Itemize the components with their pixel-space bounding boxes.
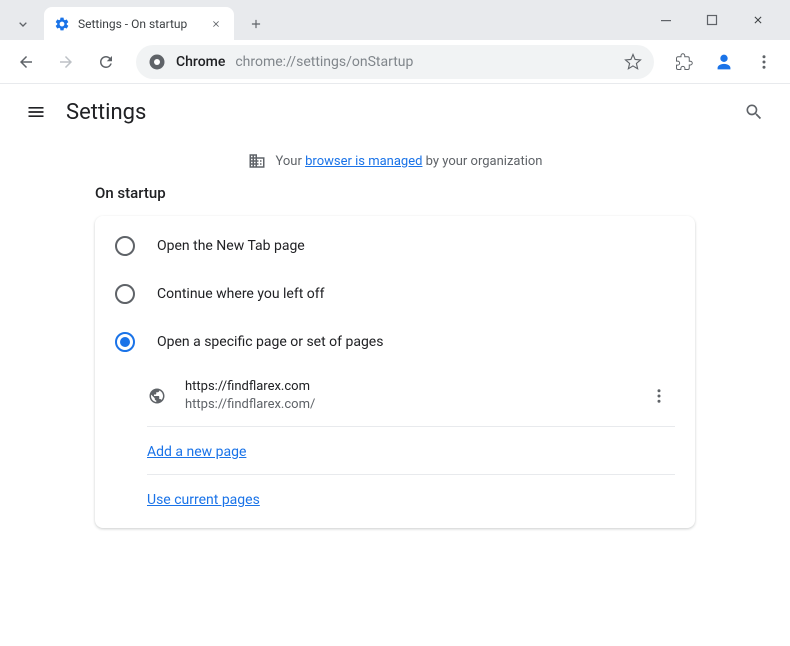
extensions-button[interactable] (668, 46, 700, 78)
back-button[interactable] (10, 46, 42, 78)
managed-text: Your browser is managed by your organiza… (276, 154, 543, 169)
globe-icon (147, 386, 167, 406)
browser-tab[interactable]: Settings - On startup (44, 7, 234, 40)
startup-page-row: https://findflarex.com https://findflare… (147, 366, 675, 427)
add-page-row: Add a new page (147, 427, 675, 475)
radio-specific-pages[interactable]: Open a specific page or set of pages (95, 318, 695, 366)
radio-new-tab[interactable]: Open the New Tab page (95, 222, 695, 270)
minimize-button[interactable] (652, 6, 680, 34)
radio-continue[interactable]: Continue where you left off (95, 270, 695, 318)
add-page-link[interactable]: Add a new page (147, 444, 246, 460)
page-more-button[interactable] (643, 380, 675, 412)
radio-label: Continue where you left off (157, 286, 325, 302)
titlebar: Settings - On startup (0, 0, 790, 40)
address-bar[interactable]: Chrome chrome://settings/onStartup (136, 45, 654, 79)
content: On startup Open the New Tab page Continu… (0, 184, 700, 528)
window-controls (652, 6, 782, 34)
pages-subsection: https://findflarex.com https://findflare… (95, 366, 695, 522)
reload-button[interactable] (90, 46, 122, 78)
chrome-icon (148, 53, 166, 71)
page-urls: https://findflarex.com https://findflare… (185, 378, 643, 414)
menu-button[interactable] (18, 94, 54, 130)
close-window-button[interactable] (744, 6, 772, 34)
managed-banner: Your browser is managed by your organiza… (0, 140, 790, 184)
radio-label: Open a specific page or set of pages (157, 334, 383, 350)
profile-button[interactable] (708, 46, 740, 78)
domain-icon (248, 152, 266, 170)
startup-card: Open the New Tab page Continue where you… (95, 216, 695, 528)
radio-label: Open the New Tab page (157, 238, 305, 254)
tab-strip: Settings - On startup (8, 0, 652, 40)
managed-link[interactable]: browser is managed (305, 154, 422, 169)
page-title: Settings (66, 100, 146, 125)
maximize-button[interactable] (698, 6, 726, 34)
settings-header: Settings (0, 84, 790, 140)
use-current-row: Use current pages (147, 475, 675, 522)
radio-icon (115, 236, 135, 256)
radio-icon (115, 284, 135, 304)
omnibox-url: chrome://settings/onStartup (235, 54, 413, 70)
page-title-text: https://findflarex.com (185, 378, 643, 396)
omnibox-chip: Chrome (176, 54, 225, 70)
radio-icon (115, 332, 135, 352)
bookmark-button[interactable] (624, 53, 642, 71)
section-title: On startup (95, 184, 700, 202)
page-url-text: https://findflarex.com/ (185, 396, 643, 414)
main-menu-button[interactable] (748, 46, 780, 78)
use-current-link[interactable]: Use current pages (147, 492, 260, 508)
new-tab-button[interactable] (242, 10, 270, 38)
tab-search-dropdown[interactable] (8, 10, 38, 38)
tab-title: Settings - On startup (78, 17, 208, 31)
forward-button[interactable] (50, 46, 82, 78)
close-tab-button[interactable] (208, 16, 224, 32)
search-button[interactable] (736, 94, 772, 130)
browser-toolbar: Chrome chrome://settings/onStartup (0, 40, 790, 84)
settings-gear-icon (54, 16, 70, 32)
